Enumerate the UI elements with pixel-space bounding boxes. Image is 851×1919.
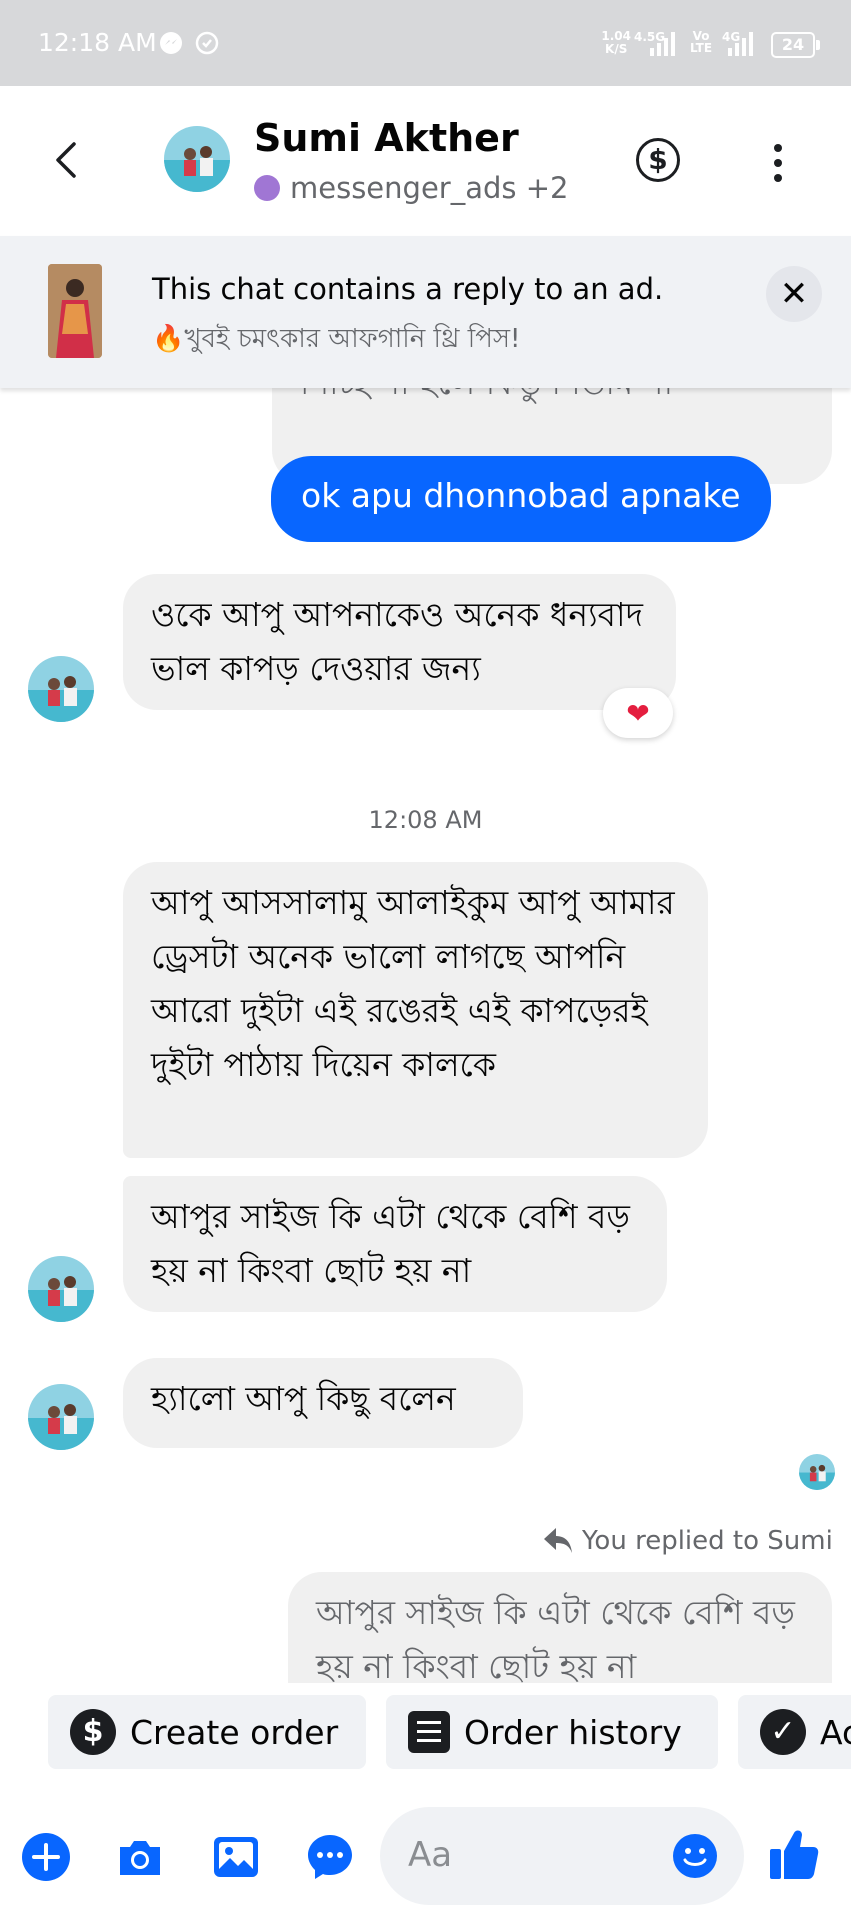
chevron-left-icon[interactable] [52, 140, 82, 180]
create-order-label: Create order [130, 1712, 339, 1752]
message-bubble-incoming[interactable]: হ্যালো আপু কিছু বলেন [123, 1358, 523, 1448]
contact-avatar[interactable] [164, 126, 230, 192]
message-bubble-incoming[interactable]: আপু আসসালামু আলাইকুম আপু আমার ড্রেসটা অন… [123, 862, 708, 1158]
list-icon [408, 1711, 450, 1753]
message-bubble-incoming[interactable]: ওকে আপু আপনাকেও অনেক ধন্যবাদ ভাল কাপড় দ… [123, 574, 676, 710]
heart-icon[interactable]: ❤ [603, 688, 673, 738]
composer-bar: Aa [0, 1793, 851, 1919]
net-speed-unit: K/S [605, 42, 628, 56]
status-bar: 12:18 AM 1.04 K/S 4.5G Vo LTE 4G 24 [0, 0, 851, 86]
message-text: আপুর সাইজ কি এটা থেকে বেশি বড় হয় না কি… [151, 1197, 630, 1290]
check-circle-icon: ✓ [760, 1709, 806, 1755]
signal1-bars-icon [650, 30, 675, 56]
third-action-button[interactable]: ✓ Ac [738, 1695, 851, 1769]
ad-thumbnail[interactable] [48, 264, 102, 358]
create-order-button[interactable]: $ Create order [48, 1695, 366, 1769]
avatar[interactable] [28, 1384, 94, 1450]
message-text: আপু আসসালামু আলাইকুম আপু আমার ড্রেসটা অন… [151, 883, 675, 1084]
message-text: হ্যালো আপু কিছু বলেন [151, 1379, 456, 1418]
ad-reply-banner: This chat contains a reply to an ad. 🔥খু… [0, 236, 851, 388]
dollar-circle-icon: $ [70, 1709, 116, 1755]
sync-notification-icon [195, 31, 219, 55]
labels-text: messenger_ads +2 [290, 171, 569, 205]
camera-icon[interactable] [114, 1831, 166, 1883]
third-action-label: Ac [820, 1712, 851, 1752]
status-time: 12:18 AM [38, 28, 157, 57]
label-dot-icon [254, 175, 280, 201]
image-icon[interactable] [210, 1831, 262, 1883]
quick-actions-bar: $ Create order Order history ✓ Ac [0, 1683, 851, 1793]
thumbs-up-icon[interactable] [768, 1825, 820, 1883]
message-input[interactable]: Aa [380, 1807, 744, 1905]
battery-indicator: 24 [771, 32, 820, 58]
seen-avatar [799, 1454, 835, 1490]
reply-arrow-icon [544, 1528, 572, 1553]
contact-name[interactable]: Sumi Akther [254, 116, 519, 160]
plus-icon[interactable] [20, 1831, 72, 1883]
order-history-label: Order history [464, 1712, 682, 1752]
contact-subtitle: messenger_ads +2 [254, 171, 568, 205]
ad-banner-title: This chat contains a reply to an ad. [152, 272, 664, 306]
dollar-circle-icon[interactable]: $ [636, 138, 680, 182]
messenger-notification-icon [160, 32, 182, 54]
close-icon[interactable]: ✕ [766, 266, 822, 322]
smiley-icon[interactable] [672, 1833, 718, 1879]
message-bubble-incoming[interactable]: আপুর সাইজ কি এটা থেকে বেশি বড় হয় না কি… [123, 1176, 667, 1312]
message-text: নিচ্ছি না হলে কিন্তু নিতাম না [300, 388, 673, 410]
chat-bubble-icon[interactable] [304, 1831, 356, 1883]
order-history-button[interactable]: Order history [386, 1695, 718, 1769]
message-bubble-outgoing[interactable]: ok apu dhonnobad apnake [271, 456, 771, 542]
message-list[interactable]: নিচ্ছি না হলে কিন্তু নিতাম না ok apu dho… [0, 388, 851, 1683]
signal2-bars-icon [728, 30, 753, 56]
avatar[interactable] [28, 656, 94, 722]
ad-banner-subtitle: 🔥খুবই চমৎকার আফগানি থ্রি পিস! [152, 324, 521, 354]
volte-bottom: LTE [690, 41, 713, 55]
reply-note-text: You replied to Sumi [582, 1526, 833, 1556]
quoted-reply-bubble[interactable]: আপুর সাইজ কি এটা থেকে বেশি বড় হয় না কি… [288, 1572, 832, 1683]
timestamp: 12:08 AM [368, 806, 483, 834]
avatar[interactable] [28, 1256, 94, 1322]
net-speed: 1.04 K/S [601, 30, 631, 56]
message-text: ওকে আপু আপনাকেও অনেক ধন্যবাদ ভাল কাপড় দ… [151, 595, 643, 688]
conversation-header: Sumi Akther messenger_ads +2 $ [0, 86, 851, 236]
reply-note: You replied to Sumi [542, 1526, 833, 1556]
message-input-placeholder: Aa [408, 1835, 453, 1875]
message-text: ok apu dhonnobad apnake [301, 476, 741, 515]
kebab-menu-icon[interactable] [774, 144, 784, 184]
quoted-reply-text: আপুর সাইজ কি এটা থেকে বেশি বড় হয় না কি… [316, 1593, 795, 1683]
volte-label: Vo LTE [690, 30, 712, 54]
